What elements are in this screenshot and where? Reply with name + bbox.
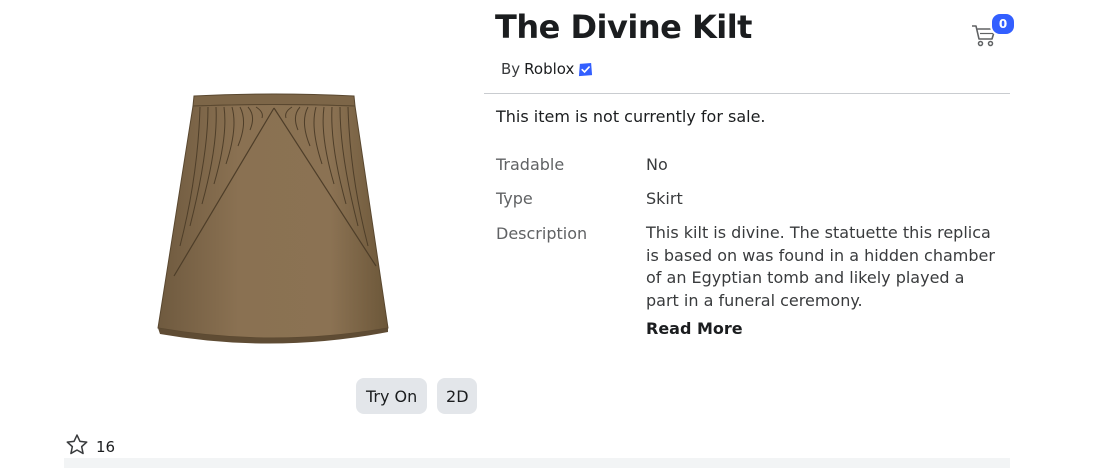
- favorite-count: 16: [96, 438, 116, 456]
- item-title: The Divine Kilt: [495, 8, 752, 46]
- verified-badge-icon: [578, 62, 593, 77]
- header-divider: [484, 93, 1010, 94]
- creator-link[interactable]: Roblox: [524, 60, 574, 78]
- sale-status-text: This item is not currently for sale.: [496, 107, 766, 126]
- try-on-button[interactable]: Try On: [356, 378, 428, 414]
- by-prefix: By: [501, 60, 521, 78]
- type-value: Skirt: [646, 189, 683, 208]
- section-divider-bar: [64, 458, 1010, 468]
- 2d-toggle-button[interactable]: 2D: [437, 378, 478, 414]
- viewer-controls: Try On 2D: [356, 378, 478, 414]
- read-more-link[interactable]: Read More: [646, 319, 743, 338]
- type-label: Type: [496, 189, 533, 208]
- tradable-value: No: [646, 155, 668, 174]
- cart-count-badge[interactable]: 0: [990, 12, 1016, 36]
- description-value: This kilt is divine. The statuette this …: [646, 223, 995, 310]
- description-label: Description: [496, 224, 588, 243]
- item-thumbnail: [150, 86, 398, 350]
- creator-byline: By Roblox: [501, 60, 593, 78]
- tradable-label: Tradable: [496, 155, 565, 174]
